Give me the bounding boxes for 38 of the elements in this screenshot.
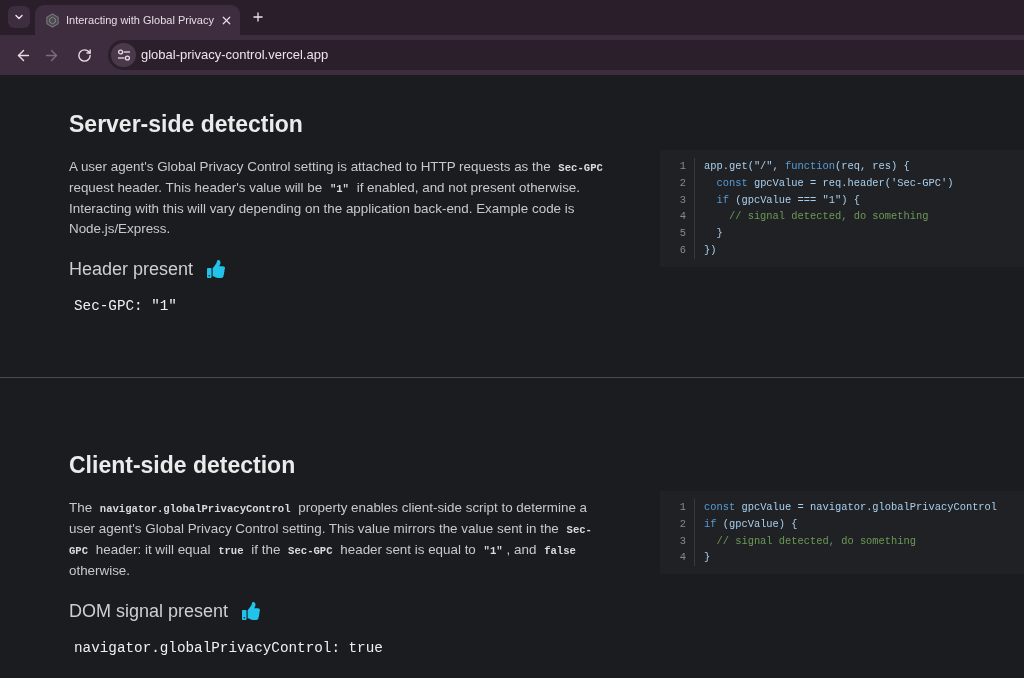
line-number: 2 xyxy=(678,516,686,532)
line-number: 5 xyxy=(678,226,686,242)
site-info-button[interactable] xyxy=(111,43,136,67)
code-line: if (gpcValue) { xyxy=(704,516,798,532)
code-line: const gpcValue = req.header('Sec-GPC') xyxy=(715,175,954,191)
line-number: 1 xyxy=(678,500,686,515)
line-number: 6 xyxy=(678,243,686,258)
tab-search-button[interactable] xyxy=(8,6,30,28)
code-line: app.get("/", function(req, res) { xyxy=(704,159,910,174)
url-text: global-privacy-control.vercel.app xyxy=(141,47,329,63)
tab-title: Interacting with Global Privacy xyxy=(66,13,214,27)
browser-tab[interactable]: Interacting with Global Privacy xyxy=(35,5,240,35)
code-line: // signal detected, do something xyxy=(715,533,916,549)
code-line: // signal detected, do something xyxy=(727,209,929,225)
code-line: } xyxy=(715,226,723,242)
description-paragraph: A user agent's Global Privacy Control setting is attached to HTTP requests as the Sec-GPC request header. This header's value will be "1" if enabled, and not present otherwise. Interacting with this will vary depending on the application back-end. Example code is Node.js/Express. xyxy=(69,158,604,238)
line-number: 3 xyxy=(678,533,686,549)
line-number: 1 xyxy=(678,159,686,174)
line-number: 4 xyxy=(678,550,686,566)
line-number: 3 xyxy=(678,192,686,208)
detected-value: navigator.globalPrivacyControl: true xyxy=(74,639,383,658)
code-line: const gpcValue = navigator.globalPrivacyControl xyxy=(704,500,998,515)
line-number: 2 xyxy=(678,175,686,191)
sliders-icon xyxy=(116,49,131,61)
reload-icon xyxy=(76,47,92,63)
status-heading: DOM signal present xyxy=(69,600,229,623)
line-number: 4 xyxy=(678,209,686,225)
detected-value: Sec-GPC: "1" xyxy=(74,297,177,316)
section-heading: Server-side detection xyxy=(69,110,303,139)
hexagon-icon xyxy=(45,12,60,28)
plus-icon xyxy=(251,10,265,24)
status-heading: Header present xyxy=(69,258,194,281)
address-bar[interactable]: global-privacy-control.vercel.app xyxy=(108,40,1024,70)
section-heading: Client-side detection xyxy=(69,451,296,480)
description-paragraph: The navigator.globalPrivacyControl property enables client-side script to determine a user agent's Global Privacy Control setting. This value mirrors the value sent in the Sec-GPC header: it will equal true if the Sec-GPC header sent is equal to "1" , and false otherwise. xyxy=(69,499,593,580)
code-line: }) xyxy=(704,243,717,258)
code-line: } xyxy=(704,550,711,566)
code-line: if (gpcValue === "1") { xyxy=(715,192,860,208)
